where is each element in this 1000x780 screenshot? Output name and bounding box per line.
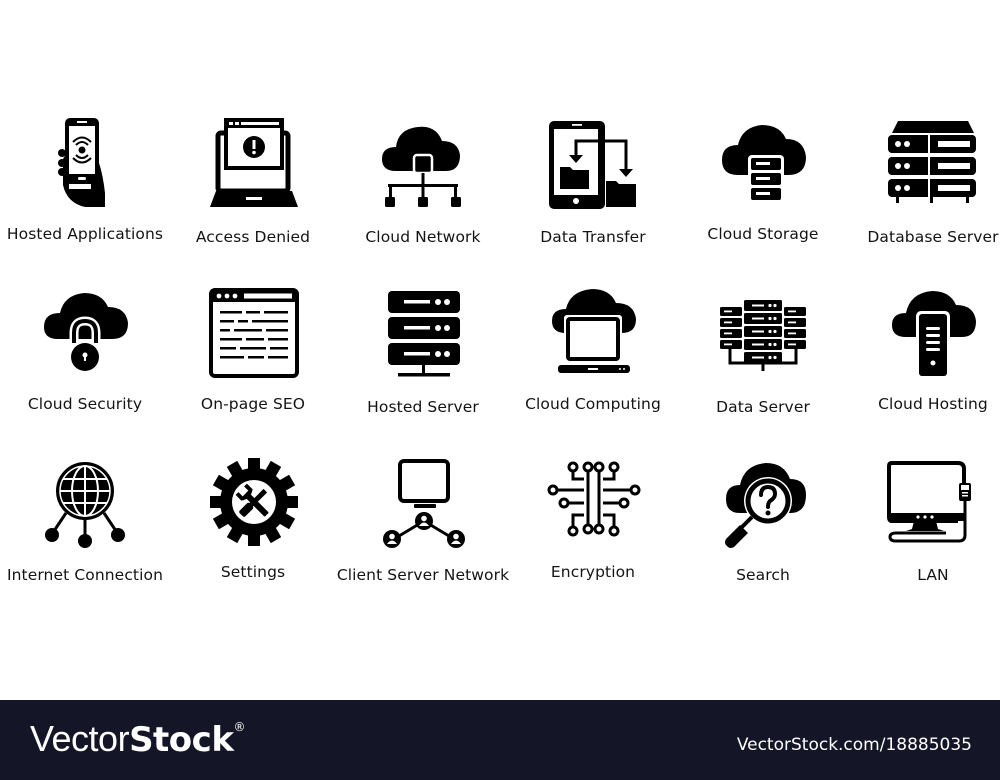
gear-tools-icon	[209, 458, 298, 546]
client-server-icon	[382, 459, 465, 548]
icon-tile-client-server-network: Client Server Network	[337, 455, 509, 584]
icon-tile-settings: Settings	[168, 455, 338, 581]
icon-tile-cloud-computing: Cloud Computing	[508, 285, 678, 413]
phone-in-hand-wireless-icon	[58, 118, 105, 207]
image-id-text: VectorStock.com/18885035	[736, 735, 972, 755]
logo-bold-text: Stock	[129, 720, 234, 760]
icon-tile-search: Search	[678, 455, 848, 584]
laptop-alert-icon	[209, 118, 298, 207]
cloud-lock-icon	[43, 293, 128, 371]
database-server-icon	[887, 121, 976, 203]
globe-network-icon	[44, 462, 125, 548]
vectorstock-logo: VectorStock®	[30, 718, 245, 760]
icon-tile-hosted-applications: Hosted Applications	[0, 115, 170, 243]
icon-tile-database-server: Database Server	[848, 115, 1000, 246]
cloud-storage-icon	[721, 125, 806, 203]
monitor-lan-cable-icon	[886, 461, 971, 543]
registered-mark: ®	[233, 720, 245, 734]
icon-tile-on-page-seo: On-page SEO	[168, 285, 338, 413]
phone-folder-transfer-icon	[548, 121, 636, 209]
cloud-laptop-icon	[551, 289, 636, 373]
icon-tile-internet-connection: Internet Connection	[0, 455, 170, 584]
icon-tile-data-server: Data Server	[678, 285, 848, 416]
icon-tile-encryption: Encryption	[508, 455, 678, 581]
icon-tile-cloud-storage: Cloud Storage	[678, 115, 848, 243]
icon-label: Cloud Hosting	[878, 395, 988, 413]
icon-tile-access-denied: Access Denied	[168, 115, 338, 246]
server-rack-icon	[388, 291, 460, 377]
icon-label: Database Server	[867, 228, 999, 246]
data-server-icon	[719, 300, 806, 371]
icon-tile-cloud-network: Cloud Network	[338, 115, 508, 246]
icon-label: LAN	[917, 566, 949, 584]
cloud-search-question-icon	[724, 463, 806, 548]
icon-tile-cloud-hosting: Cloud Hosting	[848, 285, 1000, 413]
icon-tile-data-transfer: Data Transfer	[508, 115, 678, 246]
logo-light-text: Vector	[30, 718, 130, 759]
browser-text-icon	[208, 288, 299, 378]
icon-tile-lan: LAN	[848, 455, 1000, 584]
cloud-network-icon	[382, 126, 461, 207]
icon-tile-hosted-server: Hosted Server	[338, 285, 508, 416]
icon-tile-cloud-security: Cloud Security	[0, 285, 170, 413]
circuit-icon	[547, 461, 640, 537]
cloud-tower-icon	[891, 291, 976, 379]
watermark-footer: VectorStock® VectorStock.com/18885035	[0, 700, 1000, 780]
